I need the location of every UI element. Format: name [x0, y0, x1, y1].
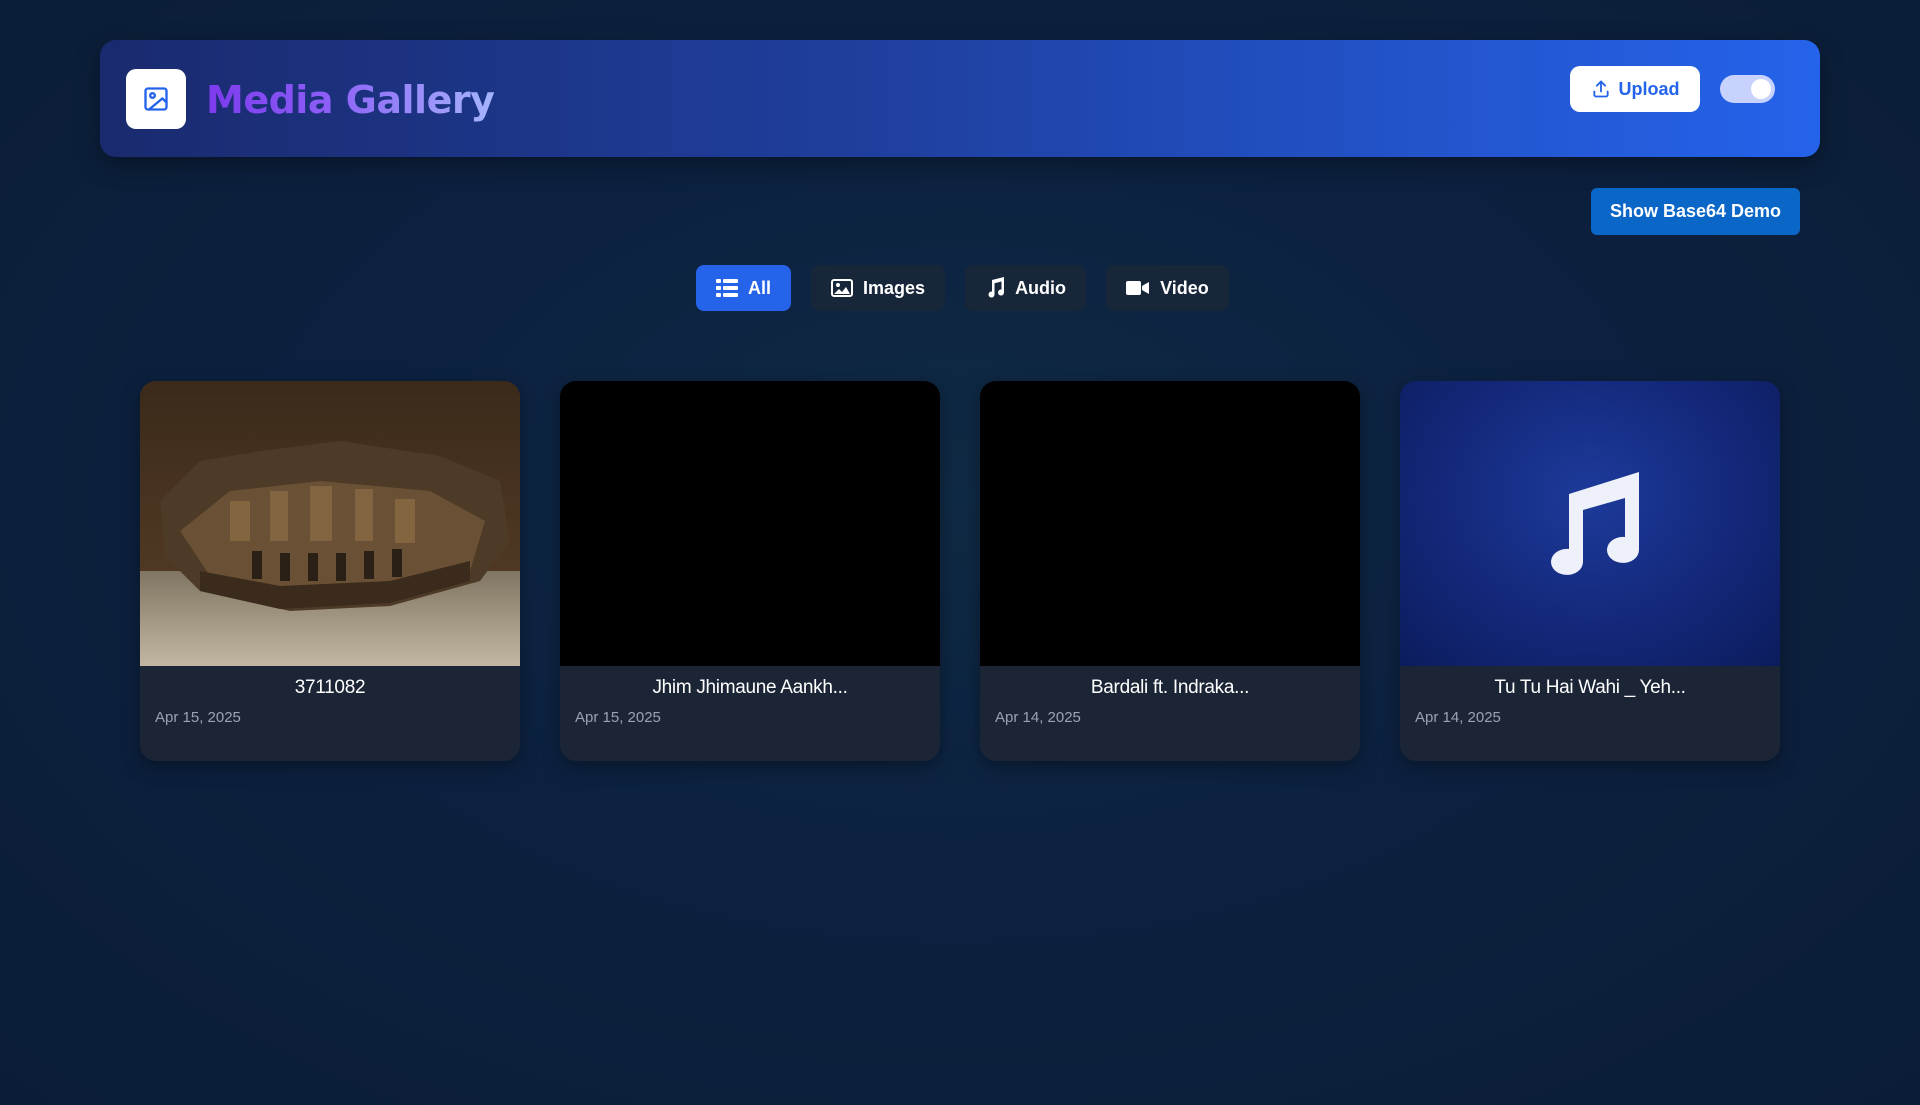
tab-audio-label: Audio [1015, 277, 1067, 298]
music-note-icon [1551, 471, 1639, 575]
tab-images[interactable]: Images [811, 265, 946, 311]
video-thumbnail [560, 381, 940, 666]
tab-all-label: All [748, 277, 772, 298]
media-card[interactable]: Bardali ft. Indraka... Apr 14, 2025 [980, 381, 1360, 761]
card-date: Apr 14, 2025 [995, 709, 1081, 726]
media-card[interactable]: Tu Tu Hai Wahi _ Yeh... Apr 14, 2025 [1400, 381, 1780, 761]
theme-toggle[interactable] [1720, 75, 1775, 103]
card-date: Apr 14, 2025 [1415, 709, 1501, 726]
card-title: Bardali ft. Indraka... [1090, 677, 1250, 698]
upload-icon [1592, 80, 1609, 98]
list-icon [716, 279, 738, 297]
card-date: Apr 15, 2025 [575, 709, 661, 726]
show-base64-demo-button[interactable]: Show Base64 Demo [1591, 188, 1800, 235]
app-title: Media Gallery [206, 75, 495, 125]
tab-images-label: Images [863, 277, 926, 298]
app-header: Media Gallery Upload [100, 40, 1820, 157]
tab-audio[interactable]: Audio [965, 265, 1087, 311]
card-title: 3711082 [294, 677, 366, 698]
tab-video[interactable]: Video [1106, 265, 1229, 311]
toggle-knob [1751, 79, 1771, 99]
image-icon [831, 279, 854, 297]
image-thumbnail [140, 381, 520, 666]
card-title: Tu Tu Hai Wahi _ Yeh... [1494, 677, 1686, 698]
image-icon [144, 87, 168, 111]
upload-button-label: Upload [1618, 78, 1680, 99]
tab-all[interactable]: All [696, 265, 792, 311]
logo [126, 69, 186, 129]
card-date: Apr 15, 2025 [155, 709, 241, 726]
media-card[interactable]: 3711082 Apr 15, 2025 [140, 381, 520, 761]
video-camera-icon [1126, 281, 1150, 295]
filter-tabs: All Images Audio Video [696, 265, 1229, 311]
upload-button[interactable]: Upload [1570, 66, 1700, 112]
tab-video-label: Video [1160, 277, 1209, 298]
audio-thumbnail [1400, 381, 1780, 666]
media-card[interactable]: Jhim Jhimaune Aankh... Apr 15, 2025 [560, 381, 940, 761]
card-title: Jhim Jhimaune Aankh... [652, 677, 848, 698]
music-note-icon [988, 277, 1005, 298]
temple-photo [140, 381, 520, 666]
video-thumbnail [980, 381, 1360, 666]
